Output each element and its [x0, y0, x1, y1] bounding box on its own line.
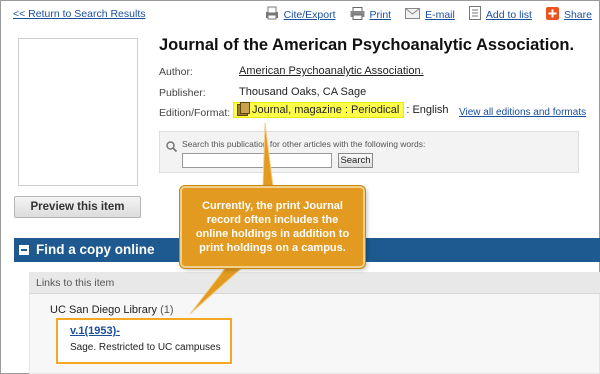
- annotation-callout: Currently, the print Journal record ofte…: [180, 186, 365, 268]
- share-label[interactable]: Share: [564, 9, 592, 21]
- collapse-icon[interactable]: [19, 245, 29, 255]
- print-label[interactable]: Print: [370, 9, 392, 21]
- publisher-value: Thousand Oaks, CA Sage: [239, 86, 367, 98]
- journal-format-icon: [237, 102, 250, 116]
- record-title: Journal of the American Psychoanalytic A…: [159, 36, 575, 54]
- links-header-label: Links to this item: [36, 277, 115, 289]
- section-title: Find a copy online: [36, 242, 155, 257]
- language-label: : English: [406, 104, 449, 116]
- links-header: Links to this item: [29, 272, 600, 294]
- library-name: UC San Diego Library: [50, 304, 157, 316]
- edition-format-value: Journal, magazine : Periodical : English: [233, 102, 449, 118]
- holding-volume-link[interactable]: v.1(1953)-: [70, 325, 120, 337]
- email-label[interactable]: E-mail: [425, 9, 455, 21]
- format-highlight: Journal, magazine : Periodical: [233, 102, 405, 118]
- cite-export-button[interactable]: Cite/Export: [265, 6, 336, 23]
- author-label: Author:: [159, 66, 193, 78]
- cite-export-label[interactable]: Cite/Export: [284, 9, 336, 21]
- author-link[interactable]: American Psychoanalytic Association.: [239, 65, 424, 77]
- share-icon: [545, 6, 559, 23]
- list-icon: [468, 6, 481, 23]
- cover-image-placeholder: [18, 38, 138, 186]
- return-to-search-link[interactable]: << Return to Search Results: [13, 8, 146, 20]
- envelope-icon: [405, 7, 421, 22]
- publisher-label: Publisher:: [159, 87, 206, 99]
- view-all-editions-link[interactable]: View all editions and formats: [459, 107, 586, 118]
- search-button[interactable]: Search: [338, 153, 373, 168]
- cite-export-icon: [265, 6, 279, 23]
- email-button[interactable]: E-mail: [405, 7, 455, 22]
- add-to-list-label[interactable]: Add to list: [486, 9, 532, 21]
- toolbar: Cite/Export Print E-mail Add to list Sha…: [251, 6, 592, 23]
- printer-icon: [350, 6, 365, 23]
- library-entry: UC San Diego Library (1): [50, 304, 174, 316]
- preview-item-button[interactable]: Preview this item: [14, 196, 141, 218]
- search-input[interactable]: [182, 153, 332, 168]
- add-to-list-button[interactable]: Add to list: [468, 6, 532, 23]
- share-button[interactable]: Share: [545, 6, 592, 23]
- library-count: (1): [160, 304, 174, 316]
- search-within-publication: Search this publication for other articl…: [159, 131, 579, 173]
- magnifier-icon: [166, 139, 178, 153]
- print-button[interactable]: Print: [350, 6, 392, 23]
- search-hint-text: Search this publication for other articl…: [182, 139, 426, 149]
- format-label: Journal, magazine : Periodical: [252, 104, 400, 116]
- holding-highlight-box: v.1(1953)- Sage. Restricted to UC campus…: [56, 318, 232, 364]
- holding-note: Sage. Restricted to UC campuses: [70, 342, 221, 353]
- edition-format-label: Edition/Format:: [159, 107, 231, 119]
